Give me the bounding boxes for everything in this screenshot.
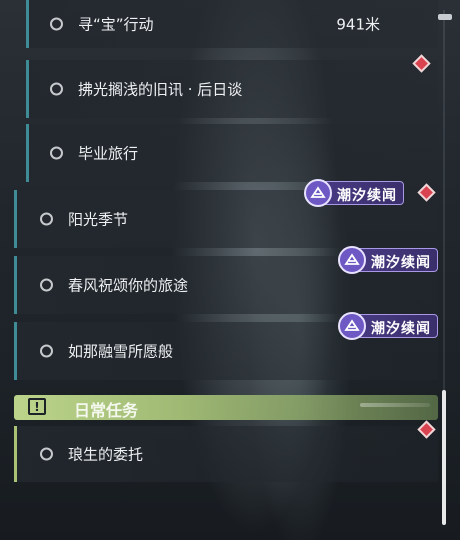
- quest-title: 毕业旅行: [78, 144, 139, 163]
- daily-quests-section-header[interactable]: ! 日常任务: [14, 395, 438, 420]
- quest-title: 阳光季节: [68, 210, 129, 229]
- quest-status-circle-icon: [40, 447, 53, 461]
- quest-status-circle-icon: [40, 212, 53, 226]
- quest-row-old-news[interactable]: 拂光搁浅的旧讯 · 后日谈: [26, 60, 438, 118]
- section-title: 日常任务: [74, 401, 139, 420]
- quest-title: 寻“宝”行动: [78, 15, 154, 34]
- quest-row-langsheng-commission[interactable]: 琅生的委托: [14, 426, 438, 482]
- quest-status-circle-icon: [40, 344, 53, 358]
- tide-tales-icon: [304, 179, 332, 207]
- top-decoration: [438, 14, 452, 20]
- tide-tales-badge: 潮汐续闻: [338, 312, 438, 340]
- quest-row-treasure-hunt[interactable]: 寻“宝”行动 941米: [26, 0, 438, 48]
- quest-distance: 941米: [336, 15, 380, 34]
- quest-status-circle-icon: [50, 82, 63, 96]
- tide-tales-badge: 潮汐续闻: [338, 246, 438, 274]
- quest-title: 春风祝颂你的旅途: [68, 276, 189, 295]
- scrollbar-thumb[interactable]: [442, 390, 446, 525]
- tide-tales-icon: [338, 312, 366, 340]
- quest-row-graduation-trip[interactable]: 毕业旅行: [26, 124, 438, 182]
- badge-label: 潮汐续闻: [371, 255, 431, 271]
- quest-title: 琅生的委托: [68, 445, 144, 464]
- quest-title: 如那融雪所愿般: [68, 342, 174, 361]
- quest-status-circle-icon: [50, 17, 63, 31]
- badge-label: 潮汐续闻: [371, 321, 431, 337]
- quest-status-circle-icon: [40, 278, 53, 292]
- tide-tales-badge: 潮汐续闻: [304, 179, 404, 207]
- quest-title: 拂光搁浅的旧讯 · 后日谈: [78, 80, 243, 99]
- quest-status-circle-icon: [50, 146, 63, 160]
- badge-label: 潮汐续闻: [337, 188, 397, 204]
- exclamation-icon: !: [28, 398, 46, 415]
- tide-tales-icon: [338, 246, 366, 274]
- section-decoration: [360, 403, 430, 407]
